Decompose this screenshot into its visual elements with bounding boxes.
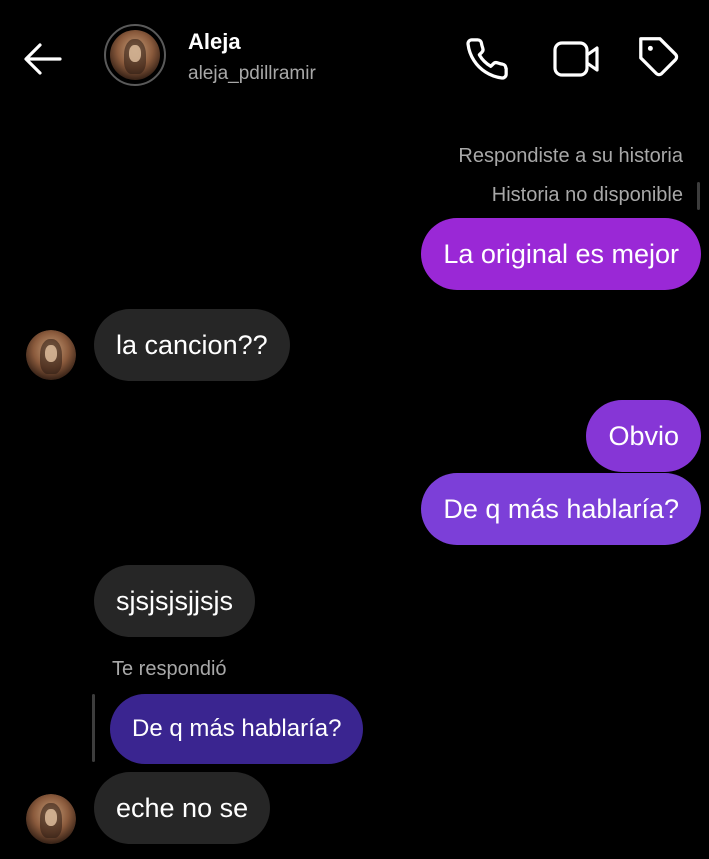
quoted-message-bubble[interactable]: De q más hablaría? [110,694,364,764]
reply-context-divider [92,694,95,762]
voice-call-button[interactable] [464,36,510,82]
story-reply-label: Respondiste a su historia [458,145,683,167]
sent-message-bubble[interactable]: La original es mejor [421,218,701,290]
video-camera-icon [553,41,599,77]
sender-avatar [26,330,76,380]
received-message-bubble[interactable]: sjsjsjsjjsjs [94,565,255,637]
story-reply-divider [697,182,700,210]
tag-icon [639,37,679,77]
sender-avatar [26,794,76,844]
video-call-button[interactable] [550,36,602,82]
sent-message-bubble[interactable]: Obvio [586,400,701,472]
contact-avatar[interactable] [104,24,166,86]
phone-icon [466,38,508,80]
contact-username: aleja_pdillramir [188,63,316,84]
avatar-image [26,330,76,380]
avatar-image [110,30,160,80]
received-message-bubble[interactable]: eche no se [94,772,271,844]
received-message-bubble[interactable]: la cancion?? [94,309,290,381]
contact-name[interactable]: Aleja [188,29,241,55]
story-unavailable-label: Historia no disponible [491,184,683,206]
back-arrow-icon [24,43,62,75]
tag-button[interactable] [636,34,682,80]
back-button[interactable] [20,38,68,82]
sent-message-bubble[interactable]: De q más hablaría? [421,473,701,545]
reply-context-label: Te respondió [112,658,227,680]
avatar-image [26,794,76,844]
